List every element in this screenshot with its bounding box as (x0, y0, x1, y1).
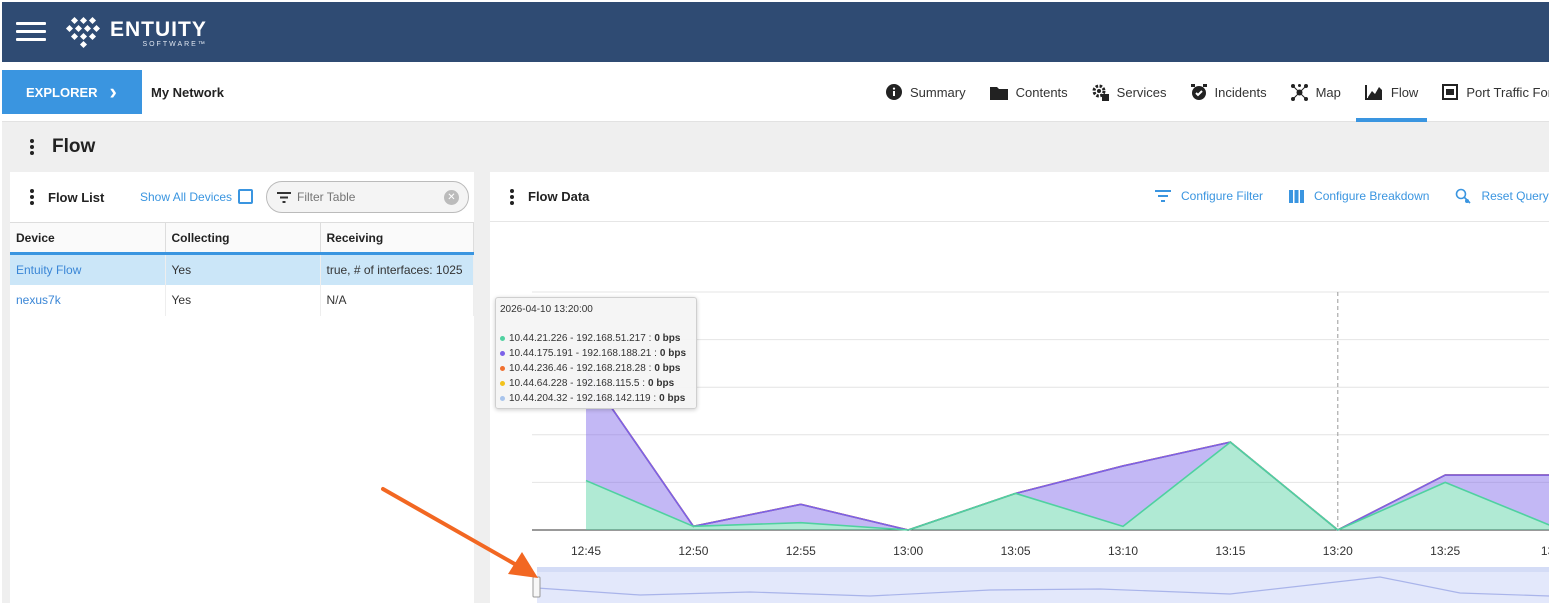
tooltip-series-value: 0 bps (654, 333, 681, 344)
tooltip-time: 2026-04-10 13:20:00 (500, 304, 593, 315)
x-tick-label: 13:00 (893, 544, 923, 558)
x-tick-label: 13:10 (1108, 544, 1138, 558)
x-tick-label: 12:50 (678, 544, 708, 558)
tooltip-series-value: 0 bps (654, 363, 681, 374)
tooltip-series-value: 0 bps (648, 378, 675, 389)
tooltip-series-label: 10.44.21.226 - 192.168.51.217 : (509, 333, 652, 344)
flow-area-chart[interactable]: 12:45 12:50 12:55 13:00 13:05 13:10 13:15 13:20… (0, 0, 1549, 603)
chart-tooltip: 2026-04-10 13:20:00 10.44.21.226 - 192.1… (495, 297, 697, 409)
x-tick-label: 13:3 (1541, 544, 1549, 558)
x-tick-label: 13:15 (1215, 544, 1245, 558)
x-tick-label: 13:20 (1323, 544, 1353, 558)
annotation-arrow-shaft (381, 487, 529, 573)
tooltip-row: 10.44.204.32 - 192.168.142.119 :0 bps (500, 391, 692, 406)
series-color-dot (500, 336, 505, 341)
tooltip-series-label: 10.44.64.228 - 192.168.115.5 : (509, 378, 646, 389)
range-navigator-top (537, 567, 1549, 572)
tooltip-row: 10.44.21.226 - 192.168.51.217 :0 bps (500, 331, 692, 346)
x-tick-label: 13:05 (1001, 544, 1031, 558)
tooltip-series-label: 10.44.204.32 - 192.168.142.119 : (509, 393, 657, 404)
tooltip-row: 10.44.236.46 - 192.168.218.28 :0 bps (500, 361, 692, 376)
range-handle-left (532, 576, 541, 598)
tooltip-series-label: 10.44.236.46 - 192.168.218.28 : (509, 363, 652, 374)
tooltip-series-label: 10.44.175.191 - 192.168.188.21 : (509, 348, 657, 359)
x-tick-label: 13:25 (1430, 544, 1460, 558)
tooltip-series-value: 0 bps (659, 348, 687, 359)
tooltip-row: 10.44.64.228 - 192.168.115.5 :0 bps (500, 376, 692, 391)
x-tick-label: 12:45 (571, 544, 601, 558)
range-navigator (537, 567, 1549, 603)
series-color-dot (500, 381, 505, 386)
series-color-dot (500, 366, 505, 371)
series-color-dot (500, 351, 505, 356)
tooltip-row: 10.44.175.191 - 192.168.188.21 :0 bps (500, 346, 692, 361)
series-color-dot (500, 396, 505, 401)
tooltip-series-value: 0 bps (659, 393, 686, 404)
x-tick-label: 12:55 (786, 544, 816, 558)
